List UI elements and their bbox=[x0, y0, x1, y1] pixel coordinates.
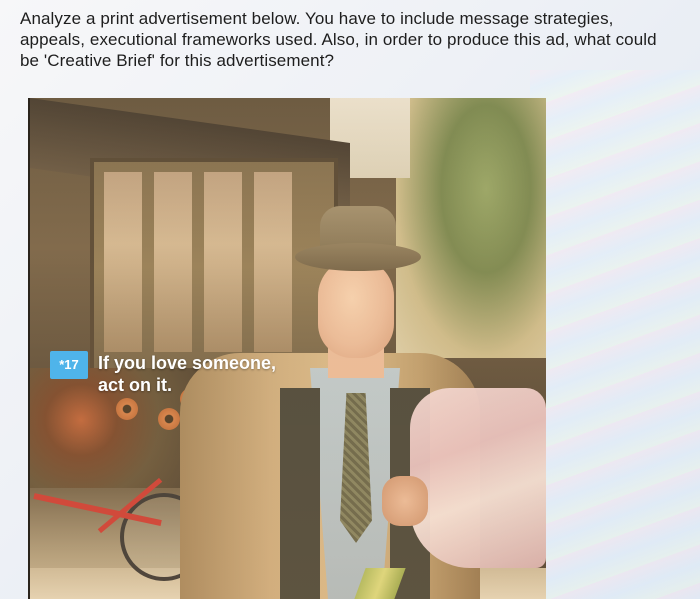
window-pane bbox=[104, 172, 142, 352]
question-line-2: appeals, executional frameworks used. Al… bbox=[20, 30, 657, 49]
ad-badge: *17 bbox=[50, 351, 88, 379]
screen-moire-sheen bbox=[530, 70, 700, 599]
background-trees bbox=[396, 98, 546, 358]
man-face bbox=[318, 258, 394, 358]
flower bbox=[158, 408, 180, 430]
window-pane bbox=[204, 172, 242, 352]
ad-tagline: If you love someone, act on it. bbox=[98, 352, 318, 396]
question-line-3: be 'Creative Brief' for this advertiseme… bbox=[20, 51, 335, 70]
storefront-window bbox=[90, 158, 338, 376]
window-pane bbox=[154, 172, 192, 352]
question-text: Analyze a print advertisement below. You… bbox=[20, 8, 690, 71]
flower-bouquet bbox=[410, 388, 546, 568]
man-hand bbox=[382, 476, 428, 526]
window-pane bbox=[254, 172, 292, 352]
fedora-hat-brim bbox=[295, 243, 421, 271]
print-advertisement-image: *17 If you love someone, act on it. bbox=[28, 98, 546, 599]
flower bbox=[116, 398, 138, 420]
question-line-1: Analyze a print advertisement below. You… bbox=[20, 9, 614, 28]
ad-tagline-line-2: act on it. bbox=[98, 375, 173, 395]
ad-tagline-line-1: If you love someone, bbox=[98, 353, 277, 373]
